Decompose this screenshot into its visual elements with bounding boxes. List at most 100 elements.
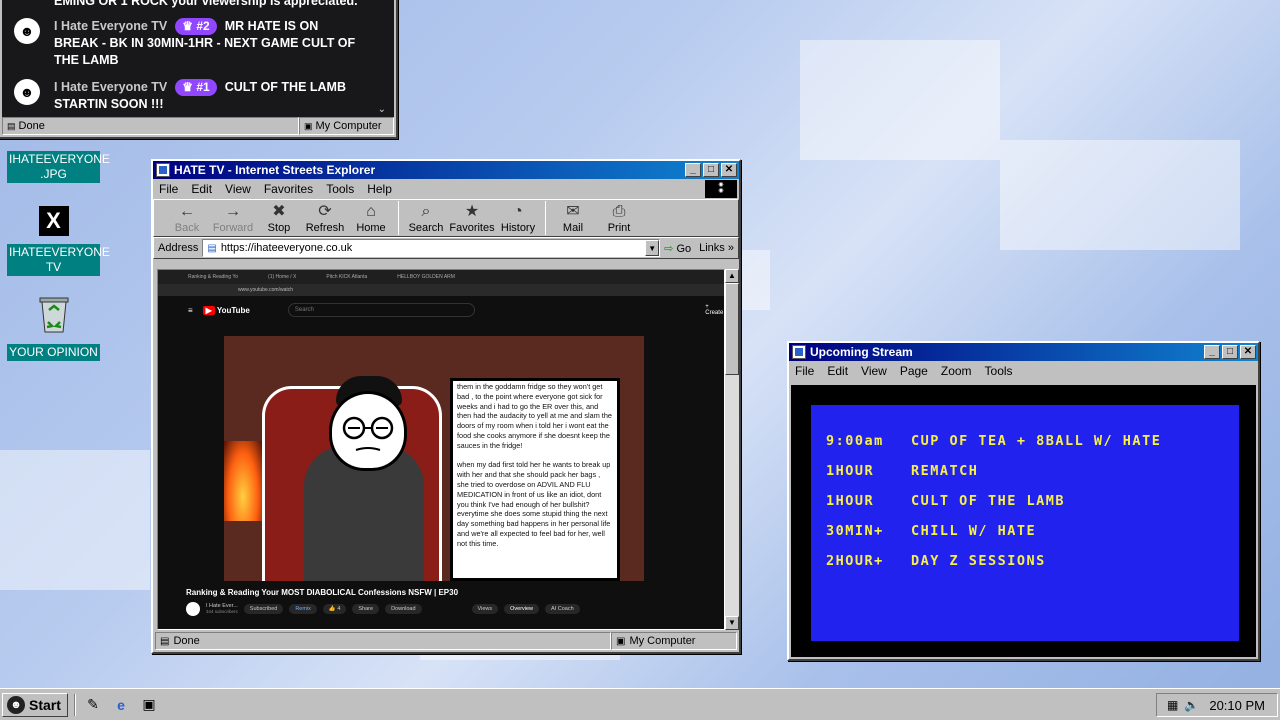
remix-button[interactable]: Remix [289, 604, 317, 614]
status-text: ▤ Done [155, 632, 611, 650]
schedule-frame: 9:00am CUP OF TEA + 8BALL W/ HATE 1HOUR RE… [791, 385, 1256, 657]
network-icon[interactable]: ▦ [1167, 698, 1178, 712]
clock[interactable]: 20:10 PM [1209, 698, 1265, 713]
throbber-logo: ◉ ◉ [705, 180, 737, 198]
vertical-scrollbar[interactable]: ▲ ▼ [725, 269, 739, 630]
close-button[interactable]: ✕ [721, 163, 737, 177]
video-meta-row: I Hate Ever... 344 subscribers Subscribe… [186, 602, 580, 616]
chat-username[interactable]: I Hate Everyone TV [54, 19, 167, 33]
yt-tab[interactable]: Pitch KICK Atlanta [326, 274, 367, 280]
chevron-down-icon[interactable]: ⌄ [378, 104, 386, 115]
chat-message: ☻ I Hate Everyone TV ♛ #1 CULT OF THE LAMB… [14, 79, 370, 113]
desktop-icon-ihateeveryone-tv[interactable]: X IHATEEVERYONE TV [7, 206, 110, 276]
chat-username[interactable]: I Hate Everyone TV [54, 80, 167, 94]
window-icon [792, 345, 806, 359]
start-logo-icon: ☻ [7, 695, 25, 714]
address-dropdown-button[interactable]: ▼ [645, 240, 660, 256]
start-button[interactable]: ☻ Start [2, 692, 68, 717]
yt-url-bar[interactable]: www.youtube.com/watch [158, 284, 724, 296]
yt-tab[interactable]: HELLBOY GOLDEN ARM [397, 274, 455, 280]
chat-area[interactable]: EMING OR 1 ROCK your viewership is appre… [2, 0, 394, 117]
subscribed-button[interactable]: Subscribed [243, 604, 284, 614]
schedule-event: REMATCH [911, 463, 979, 479]
notepad-quicklaunch-icon[interactable]: ✎ [82, 694, 104, 716]
menu-favorites[interactable]: Favorites [264, 182, 313, 196]
history-button[interactable]: ◔ History [495, 201, 541, 234]
minimize-button[interactable]: _ [685, 163, 701, 177]
stop-button[interactable]: ✖ Stop [256, 201, 302, 234]
taskbar-divider [74, 693, 76, 716]
menu-view[interactable]: View [861, 364, 887, 378]
menu-file[interactable]: File [795, 364, 814, 378]
address-input[interactable]: ▤ https://ihateeveryone.co.uk ▼ [202, 239, 661, 257]
channel-avatar[interactable] [186, 602, 200, 616]
maximize-button[interactable]: □ [703, 163, 719, 177]
youtube-logo[interactable]: ▶ YouTube [202, 305, 250, 315]
browser-viewport[interactable]: Ranking & Reading Yo (1) Home / X Pitch … [157, 269, 725, 630]
menu-view[interactable]: View [225, 182, 251, 196]
menu-file[interactable]: File [159, 182, 178, 196]
computer-icon: ▣ [616, 635, 626, 647]
menu-edit[interactable]: Edit [827, 364, 848, 378]
schedule-event: CHILL W/ HATE [911, 523, 1037, 539]
refresh-button[interactable]: ⟳ Refresh [302, 201, 348, 234]
share-button[interactable]: Share [352, 604, 380, 614]
page-icon: ▤ [207, 242, 217, 254]
views-tab[interactable]: Views [471, 604, 499, 614]
volume-icon[interactable]: 🔈 [1184, 698, 1199, 712]
menu-edit[interactable]: Edit [191, 182, 212, 196]
printer-icon: ⎙ [612, 203, 626, 220]
yt-tab[interactable]: Ranking & Reading Yo [188, 274, 238, 280]
back-button[interactable]: ← Back [164, 201, 210, 234]
upcoming-titlebar[interactable]: Upcoming Stream _ □ ✕ [789, 343, 1258, 361]
download-button[interactable]: Download [385, 604, 422, 614]
avatar: ☻ [14, 79, 40, 105]
scroll-thumb[interactable] [725, 283, 739, 375]
yt-tab[interactable]: (1) Home / X [268, 274, 296, 280]
minimize-button[interactable]: _ [1204, 345, 1220, 359]
upcoming-stream-window[interactable]: Upcoming Stream _ □ ✕ File Edit View Pag… [787, 341, 1260, 661]
links-button[interactable]: Links » [699, 242, 734, 254]
chat-window[interactable]: EMING OR 1 ROCK your viewership is appre… [0, 0, 398, 139]
hamburger-icon[interactable]: ≡ [188, 306, 193, 315]
desktop-quicklaunch-icon[interactable]: ▣ [138, 694, 160, 716]
explorer-window[interactable]: HATE TV - Internet Streets Explorer _ □ … [151, 159, 741, 654]
desktop-icon-ihateeveryone-jpg[interactable]: IHATEEVERYONE .JPG [7, 151, 110, 183]
close-button[interactable]: ✕ [1240, 345, 1256, 359]
menu-tools[interactable]: Tools [985, 364, 1013, 378]
yt-create-button[interactable]: + Create [705, 304, 724, 316]
scroll-up-button[interactable]: ▲ [725, 269, 739, 283]
explorer-titlebar[interactable]: HATE TV - Internet Streets Explorer _ □ … [153, 161, 739, 179]
home-button[interactable]: ⌂ Home [348, 201, 394, 234]
menu-page[interactable]: Page [900, 364, 928, 378]
desktop-icon-your-opinion[interactable]: YOUR OPINION [7, 292, 100, 361]
page-icon: ▤ [160, 635, 170, 647]
ie-quicklaunch-icon[interactable]: e [110, 694, 132, 716]
forward-button[interactable]: → Forward [210, 201, 256, 234]
yt-search-input[interactable]: Search [287, 303, 476, 317]
explorer-toolbar: ← Back → Forward ✖ Stop ⟳ Refresh ⌂ Home ⌕ Sea… [153, 199, 739, 237]
favorites-button[interactable]: ★ Favorites [449, 201, 495, 234]
schedule-event: CUP OF TEA + 8BALL W/ HATE [911, 433, 1162, 449]
schedule-screen: 9:00am CUP OF TEA + 8BALL W/ HATE 1HOUR RE… [811, 405, 1239, 641]
print-button[interactable]: ⎙ Print [596, 201, 642, 234]
video-player[interactable]: them in the goddamn fridge so they won't… [224, 336, 644, 581]
cartoon-face [329, 391, 407, 471]
go-button[interactable]: ⇨ Go [664, 242, 691, 255]
desktop-icon-label: IHATEEVERYONE TV [7, 244, 110, 276]
like-button[interactable]: 👍 4 [322, 604, 347, 614]
zone-text: ▣ My Computer [611, 632, 737, 650]
mail-button[interactable]: ✉ Mail [550, 201, 596, 234]
ai-coach-tab[interactable]: AI Coach [545, 604, 580, 614]
maximize-button[interactable]: □ [1222, 345, 1238, 359]
upcoming-menubar: File Edit View Page Zoom Tools [789, 361, 1258, 381]
stop-icon: ✖ [272, 203, 286, 220]
search-button[interactable]: ⌕ Search [403, 201, 449, 234]
menu-zoom[interactable]: Zoom [941, 364, 972, 378]
menu-tools[interactable]: Tools [326, 182, 354, 196]
desktop-icon-label: IHATEEVERYONE .JPG [7, 151, 110, 183]
overview-tab[interactable]: Overview [504, 604, 540, 614]
menu-help[interactable]: Help [367, 182, 392, 196]
scroll-down-button[interactable]: ▼ [725, 616, 739, 630]
schedule-row: 2HOUR+ DAY Z SESSIONS [826, 553, 1046, 569]
